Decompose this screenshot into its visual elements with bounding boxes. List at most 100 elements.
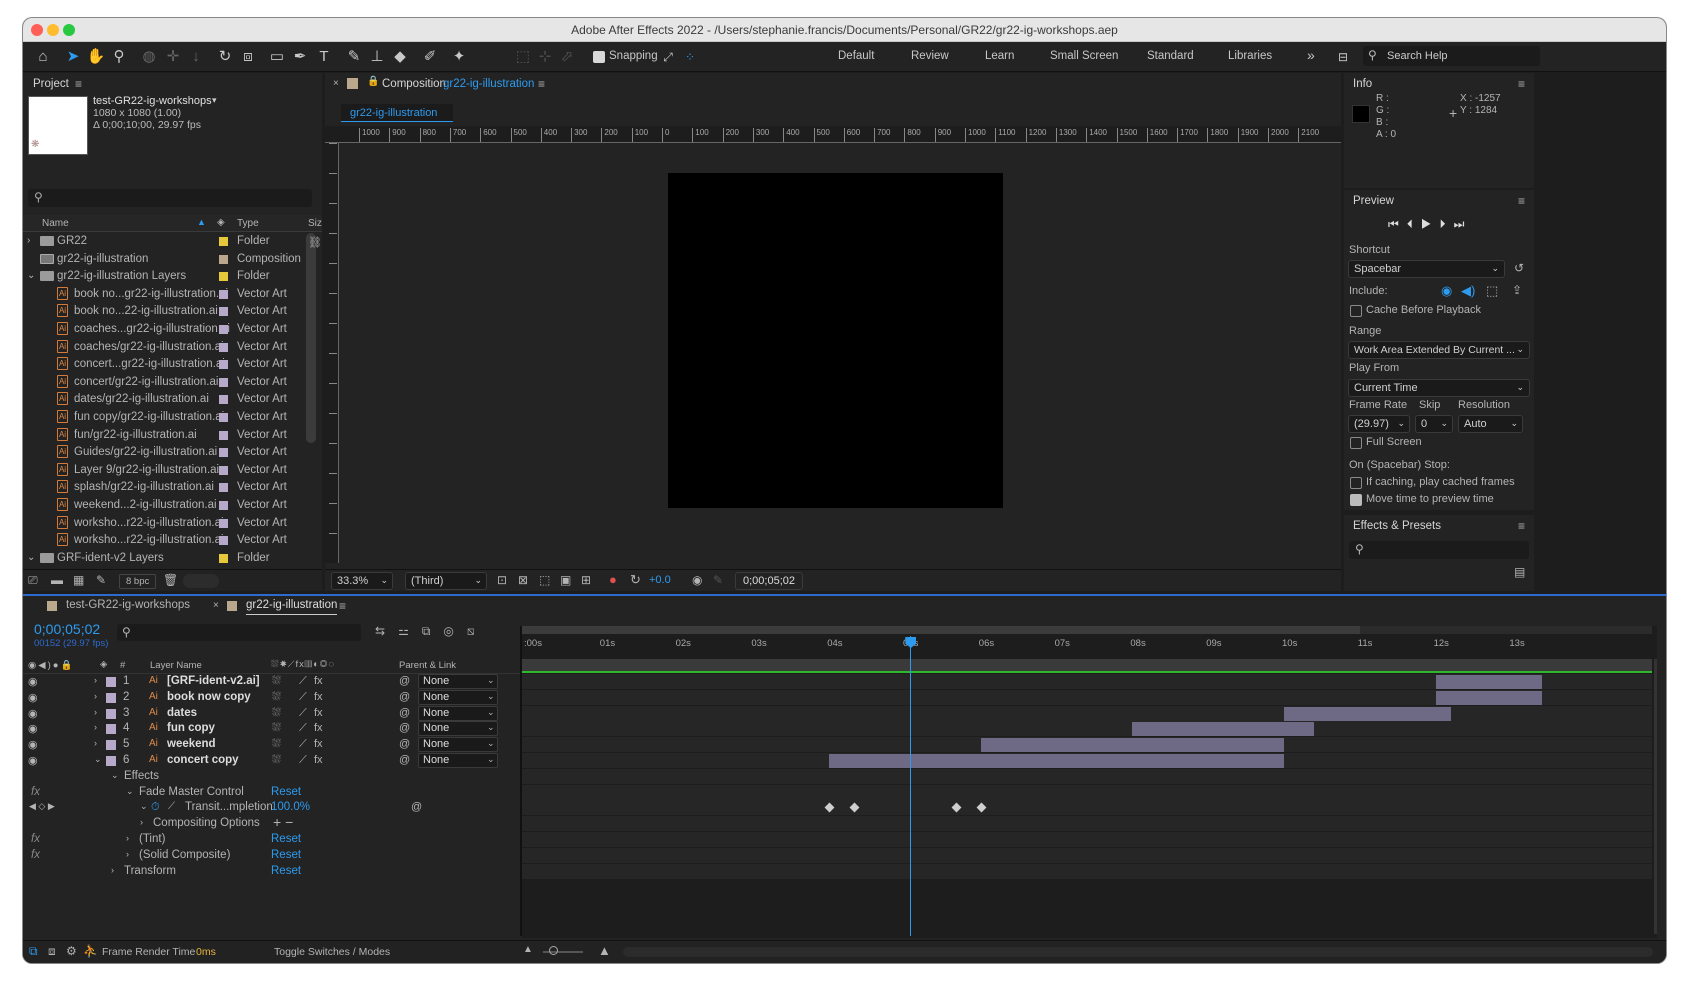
label-color[interactable] bbox=[219, 518, 228, 528]
expand-property-icon[interactable]: › bbox=[140, 817, 143, 827]
property-row[interactable]: fx › (Solid Composite) Reset bbox=[23, 848, 520, 864]
project-row[interactable]: Ai book no...gr22-ig-illustration.ai Vecto… bbox=[23, 285, 322, 304]
include-video-icon[interactable]: ◉ bbox=[1441, 283, 1452, 299]
project-row[interactable]: Ai fun copy/gr22-ig-illustration.ai Vector… bbox=[23, 408, 322, 427]
eye-icon[interactable]: ◉ bbox=[28, 707, 38, 720]
label-color[interactable] bbox=[219, 307, 228, 317]
full-screen-checkbox[interactable] bbox=[1350, 437, 1362, 449]
hand-tool-icon[interactable]: ✋ bbox=[86, 48, 106, 66]
disclosure-arrow-icon[interactable]: › bbox=[27, 235, 30, 246]
project-row[interactable]: Ai concert/gr22-ig-illustration.ai Vector … bbox=[23, 373, 322, 392]
project-row[interactable]: Ai Layer 9/gr22-ig-illustration.ai Vector … bbox=[23, 461, 322, 480]
include-overlays-icon[interactable]: ⬚ bbox=[1486, 283, 1498, 299]
expand-property-icon[interactable]: › bbox=[111, 865, 114, 875]
info-menu-icon[interactable]: ≡ bbox=[1518, 77, 1525, 91]
project-row[interactable]: Ai fun/gr22-ig-illustration.ai Vector Art bbox=[23, 426, 322, 445]
zoom-slider-handle[interactable] bbox=[549, 946, 558, 955]
more-workspaces-icon[interactable]: » bbox=[1307, 47, 1315, 63]
collapse-transform-icon[interactable]: ⛆ bbox=[272, 754, 281, 767]
project-row[interactable]: Ai concert...gr22-ig-illustration.ai Vecto… bbox=[23, 355, 322, 374]
project-row[interactable]: Ai weekend...2-ig-illustration.ai Vector A… bbox=[23, 496, 322, 515]
lock-icon[interactable]: 🔒 bbox=[367, 76, 379, 87]
effects-toggle-icon[interactable]: fx bbox=[314, 722, 323, 734]
region-of-interest-icon[interactable]: ▣ bbox=[560, 573, 571, 587]
shortcut-dropdown[interactable]: Spacebar ⌄ bbox=[1348, 260, 1505, 278]
draft-3d-icon[interactable]: ⚍ bbox=[398, 624, 422, 638]
label-color[interactable] bbox=[219, 360, 228, 370]
eraser-tool-icon[interactable]: ◆ bbox=[390, 48, 410, 66]
timeline-layer-row[interactable]: ◉ › 3 Ai dates ⛆ ⟋ fx @ None ⌄ bbox=[23, 705, 520, 722]
playhead-line[interactable] bbox=[910, 636, 912, 936]
snap-edges-icon[interactable]: ⤢ bbox=[658, 48, 678, 66]
puppet-tool-icon[interactable]: ✦ bbox=[449, 48, 469, 66]
timeline-layer-row[interactable]: ◉ › 2 Ai book now copy ⛆ ⟋ fx @ None ⌄ bbox=[23, 689, 520, 706]
expand-property-icon[interactable]: › bbox=[126, 833, 129, 843]
include-audio-icon[interactable]: ◀) bbox=[1461, 283, 1475, 299]
frame-blending-icon[interactable]: ◎ bbox=[443, 624, 466, 638]
work-area-bar[interactable] bbox=[522, 659, 1652, 671]
axis-local-icon[interactable]: ⬚ bbox=[513, 48, 533, 66]
expand-layer-icon[interactable]: ⌄ bbox=[94, 754, 102, 765]
skip-dropdown[interactable]: 0 ⌄ bbox=[1415, 415, 1453, 433]
reset-icon[interactable]: ↺ bbox=[1514, 261, 1524, 275]
selected-item-name[interactable]: test-GR22-ig-workshops bbox=[93, 95, 212, 107]
close-panel-icon[interactable]: × bbox=[333, 78, 339, 89]
timeline-layer-row[interactable]: ◉ › 5 Ai weekend ⛆ ⟋ fx @ None ⌄ bbox=[23, 737, 520, 753]
composition-panel-comp-name[interactable]: gr22-ig-illustration bbox=[443, 78, 534, 90]
export-icon[interactable]: ⇪ bbox=[1512, 283, 1522, 297]
expand-layer-icon[interactable]: › bbox=[94, 675, 97, 685]
pick-whip-icon[interactable]: @ bbox=[411, 801, 422, 813]
bit-depth-button[interactable]: 8 bpc bbox=[119, 574, 157, 589]
timeline-layer-row[interactable]: ◉ › 1 Ai [GRF-ident-v2.ai] ⛆ ⟋ fx @ None ⌄ bbox=[23, 674, 520, 690]
layer-name[interactable]: weekend bbox=[167, 738, 216, 750]
zoom-out-icon[interactable]: ▲ bbox=[523, 944, 533, 955]
transparency-grid-icon[interactable]: ⊠ bbox=[518, 573, 528, 587]
graph-icon[interactable]: ⟋ bbox=[168, 801, 175, 812]
workspace-panel-icon[interactable]: ⊟ bbox=[1333, 48, 1353, 66]
expand-stretch-icon[interactable]: ⚙ bbox=[66, 944, 77, 958]
expand-property-icon[interactable]: ⌄ bbox=[126, 786, 134, 797]
dolly-tool-icon[interactable]: ↓ bbox=[186, 48, 206, 66]
adjust-project-settings-icon[interactable]: ✎ bbox=[96, 573, 106, 587]
item-dropdown-icon[interactable]: ▾ bbox=[212, 95, 217, 106]
exposure-value[interactable]: +0.0 bbox=[649, 574, 671, 586]
eye-icon[interactable]: ◉ bbox=[28, 691, 38, 704]
rotate-tool-icon[interactable]: ↻ bbox=[215, 48, 235, 66]
label-color[interactable] bbox=[219, 483, 228, 493]
fx-icon[interactable]: fx bbox=[31, 833, 40, 845]
label-color[interactable] bbox=[219, 289, 228, 299]
zoom-dropdown[interactable]: 33.3% ⌄ bbox=[331, 572, 393, 590]
collapse-transform-icon[interactable]: ⛆ bbox=[272, 707, 281, 720]
label-color[interactable] bbox=[219, 536, 228, 546]
collapse-transform-icon[interactable]: ⛆ bbox=[272, 722, 281, 735]
home-icon[interactable]: ⌂ bbox=[33, 48, 53, 66]
pick-whip-icon[interactable]: @ bbox=[399, 738, 410, 750]
effects-menu-icon[interactable]: ≡ bbox=[1518, 519, 1525, 533]
timeline-tab-workshops[interactable]: test-GR22-ig-workshops bbox=[66, 599, 190, 611]
project-row[interactable]: Ai coaches/gr22-ig-illustration.ai Vector … bbox=[23, 338, 322, 357]
project-row[interactable]: Ai Guides/gr22-ig-illustration.ai Vector A… bbox=[23, 443, 322, 462]
project-row[interactable]: Ai worksho...r22-ig-illustration.ai Vector… bbox=[23, 514, 322, 533]
label-color[interactable] bbox=[219, 254, 228, 264]
clone-stamp-tool-icon[interactable]: ⊥ bbox=[367, 48, 387, 66]
effects-panel-title[interactable]: Effects & Presets bbox=[1353, 520, 1441, 532]
quality-icon[interactable]: ⟋ bbox=[299, 691, 307, 704]
composition-menu-icon[interactable]: ≡ bbox=[538, 77, 545, 91]
type-tool-icon[interactable]: T bbox=[314, 48, 334, 66]
move-time-checkbox[interactable] bbox=[1350, 494, 1362, 506]
keyframe-navigator-icon[interactable]: ◀ ◇ ▶ bbox=[29, 801, 55, 812]
project-scrollbar[interactable] bbox=[306, 233, 316, 443]
column-size[interactable]: Siz bbox=[308, 218, 322, 229]
column-name[interactable]: Name bbox=[42, 218, 69, 229]
composition-canvas[interactable] bbox=[668, 173, 1003, 508]
flowchart-icon[interactable]: ⛓ bbox=[308, 236, 322, 249]
close-tab-icon[interactable]: × bbox=[213, 600, 219, 611]
info-panel-title[interactable]: Info bbox=[1353, 78, 1372, 90]
project-row[interactable]: Ai dates/gr22-ig-illustration.ai Vector Ar… bbox=[23, 390, 322, 409]
property-row[interactable]: fx ⌄ Fade Master Control Reset bbox=[23, 785, 520, 801]
label-color[interactable] bbox=[219, 501, 228, 510]
label-column-icon[interactable]: ◈ bbox=[217, 217, 225, 228]
pick-whip-icon[interactable]: @ bbox=[399, 707, 410, 719]
label-color[interactable] bbox=[219, 430, 228, 440]
viewer-timecode[interactable]: 0;00;05;02 bbox=[735, 572, 803, 590]
